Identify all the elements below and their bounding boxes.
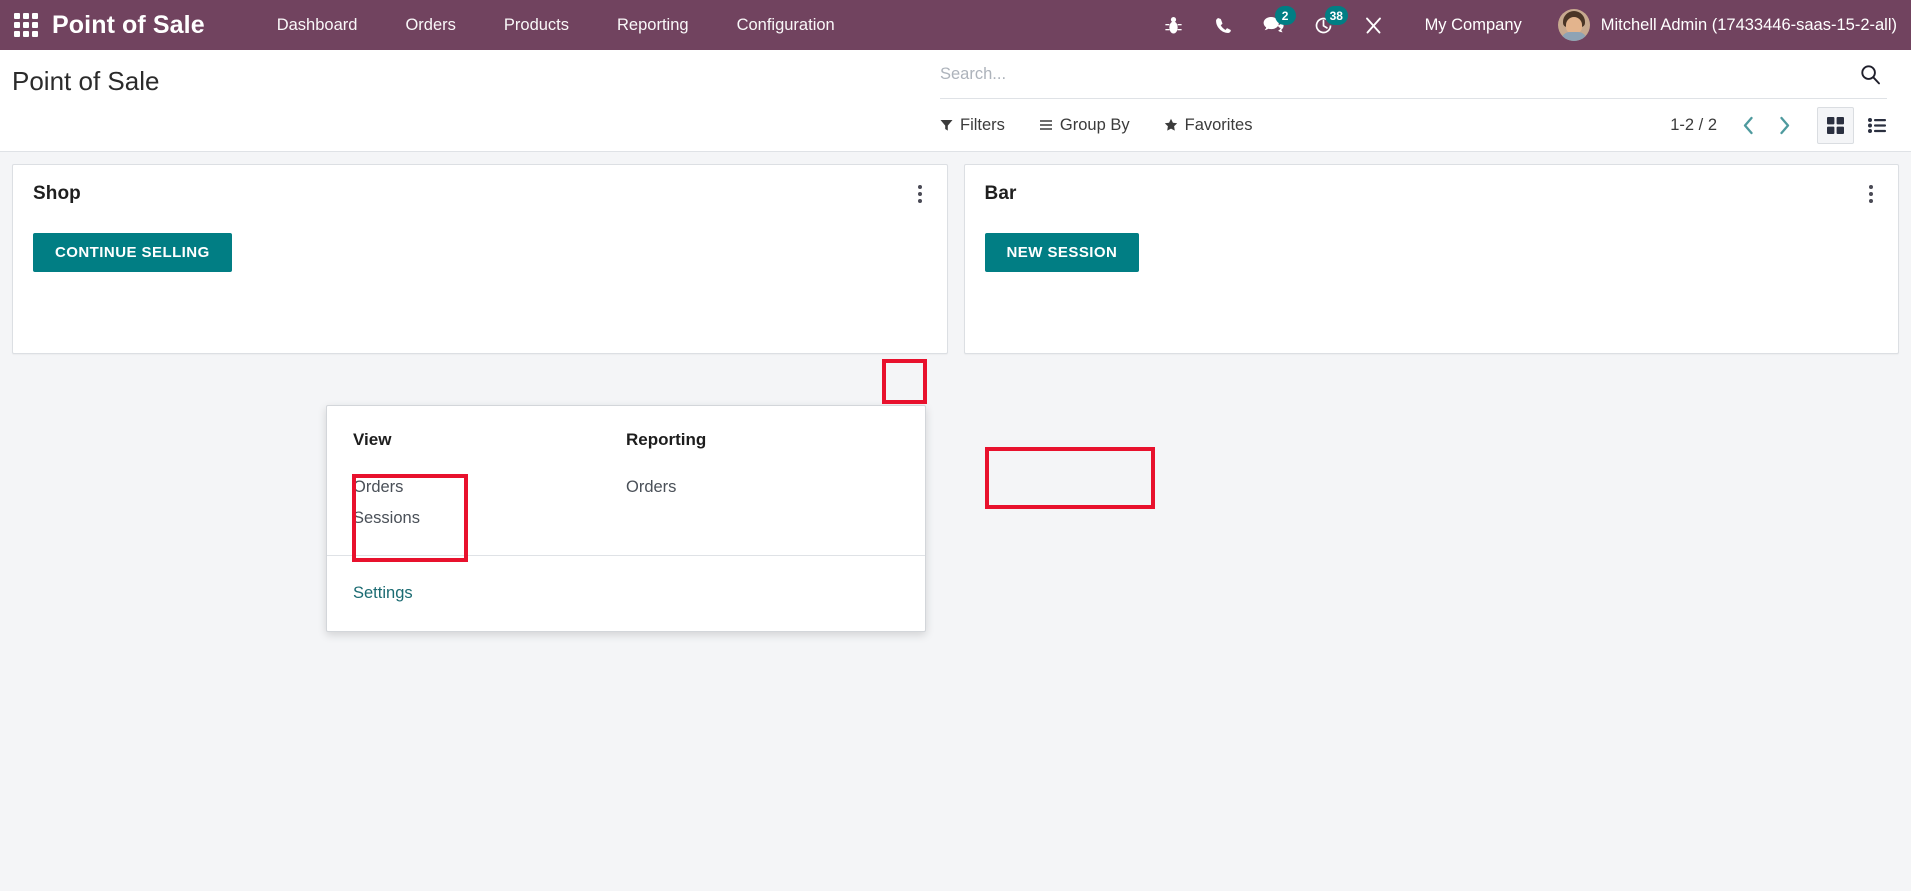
favorites-dropdown[interactable]: Favorites bbox=[1147, 116, 1270, 135]
chevron-left-icon[interactable] bbox=[1731, 108, 1765, 142]
menu-item-orders[interactable]: Orders bbox=[381, 0, 479, 50]
dropdown-item-view-orders[interactable]: Orders bbox=[353, 472, 626, 503]
continue-selling-button[interactable]: CONTINUE SELLING bbox=[33, 233, 232, 272]
groupby-label: Group By bbox=[1059, 115, 1130, 134]
view-switcher bbox=[1817, 106, 1895, 144]
top-navbar: Point of Sale Dashboard Orders Products … bbox=[0, 0, 1911, 50]
grid-icon bbox=[1827, 116, 1844, 134]
new-session-button[interactable]: NEW SESSION bbox=[984, 233, 1140, 272]
dropdown-heading-view: View bbox=[353, 430, 392, 449]
activities-clock-icon[interactable]: 38 bbox=[1299, 0, 1349, 50]
list-icon bbox=[1867, 117, 1886, 133]
shop-card-dropdown-menu: View Orders Sessions Reporting Orders Se… bbox=[326, 405, 926, 632]
control-panel-right: Filters Group By Favorites 1-2 / 2 bbox=[940, 50, 1911, 151]
filters-dropdown[interactable]: Filters bbox=[940, 116, 1022, 135]
avatar bbox=[1557, 9, 1590, 41]
kanban-row: Shop CONTINUE SELLING Bar NEW SESSION bbox=[12, 164, 1899, 354]
filters-label: Filters bbox=[960, 115, 1005, 134]
search-bar bbox=[940, 50, 1887, 99]
filter-icon bbox=[940, 119, 953, 131]
messages-icon[interactable]: 2 bbox=[1249, 0, 1299, 50]
dropdown-heading-reporting: Reporting bbox=[626, 430, 707, 449]
pager: 1-2 / 2 bbox=[1670, 108, 1801, 142]
main-menu: Dashboard Orders Products Reporting Conf… bbox=[253, 0, 859, 50]
new-session-button-highlight bbox=[985, 447, 1155, 509]
groupby-dropdown[interactable]: Group By bbox=[1022, 116, 1147, 135]
company-switcher[interactable]: My Company bbox=[1399, 16, 1544, 35]
menu-item-products[interactable]: Products bbox=[480, 0, 593, 50]
list-view-button[interactable] bbox=[1858, 107, 1895, 144]
bar-card-menu-button[interactable] bbox=[1858, 179, 1884, 209]
dropdown-item-reporting-orders[interactable]: Orders bbox=[626, 472, 899, 503]
pager-count: 1-2 / 2 bbox=[1670, 115, 1717, 134]
chevron-right-icon[interactable] bbox=[1767, 108, 1801, 142]
card-title: Shop bbox=[33, 183, 81, 204]
user-name-label: Mitchell Admin (17433446-saas-15-2-all) bbox=[1600, 15, 1897, 34]
pos-card-bar[interactable]: Bar NEW SESSION bbox=[963, 164, 1899, 354]
card-title: Bar bbox=[984, 183, 1017, 204]
shop-card-menu-highlight bbox=[882, 359, 927, 404]
kanban-content: Shop CONTINUE SELLING Bar NEW SESSION Vi… bbox=[0, 152, 1911, 891]
hamburger-icon bbox=[1039, 120, 1052, 130]
dropdown-footer: Settings bbox=[327, 556, 925, 631]
dropdown-column-view: View Orders Sessions bbox=[353, 430, 626, 533]
navbar-right-tools: 2 38 My Company Mitchell Admin (17433446… bbox=[1149, 0, 1911, 50]
app-brand-title[interactable]: Point of Sale bbox=[52, 11, 205, 40]
tools-wrench-icon[interactable] bbox=[1349, 0, 1399, 50]
dropdown-item-settings[interactable]: Settings bbox=[353, 578, 899, 609]
activities-badge: 38 bbox=[1324, 6, 1348, 25]
favorites-label: Favorites bbox=[1184, 115, 1253, 134]
menu-item-reporting[interactable]: Reporting bbox=[593, 0, 713, 50]
kanban-view-button[interactable] bbox=[1817, 106, 1854, 144]
apps-grid-icon bbox=[14, 13, 38, 37]
menu-item-dashboard[interactable]: Dashboard bbox=[253, 0, 382, 50]
menu-item-configuration[interactable]: Configuration bbox=[713, 0, 859, 50]
search-icon[interactable] bbox=[1850, 64, 1887, 85]
phone-icon[interactable] bbox=[1199, 0, 1249, 50]
star-icon bbox=[1164, 118, 1177, 131]
search-input[interactable] bbox=[940, 64, 1850, 84]
dropdown-item-view-sessions[interactable]: Sessions bbox=[353, 503, 626, 534]
user-menu[interactable]: Mitchell Admin (17433446-saas-15-2-all) bbox=[1544, 9, 1897, 41]
bug-icon[interactable] bbox=[1149, 0, 1199, 50]
pos-card-shop[interactable]: Shop CONTINUE SELLING bbox=[12, 164, 948, 354]
apps-menu-button[interactable] bbox=[0, 0, 52, 50]
page-title: Point of Sale bbox=[12, 66, 160, 96]
control-panel-tools: Filters Group By Favorites 1-2 / 2 bbox=[940, 99, 1895, 151]
shop-card-menu-button[interactable] bbox=[907, 179, 933, 209]
control-panel: Point of Sale Filters bbox=[0, 50, 1911, 152]
dropdown-column-reporting: Reporting Orders bbox=[626, 430, 899, 533]
dropdown-body: View Orders Sessions Reporting Orders bbox=[327, 406, 925, 555]
messages-badge: 2 bbox=[1274, 6, 1296, 25]
control-panel-left: Point of Sale bbox=[0, 50, 940, 151]
